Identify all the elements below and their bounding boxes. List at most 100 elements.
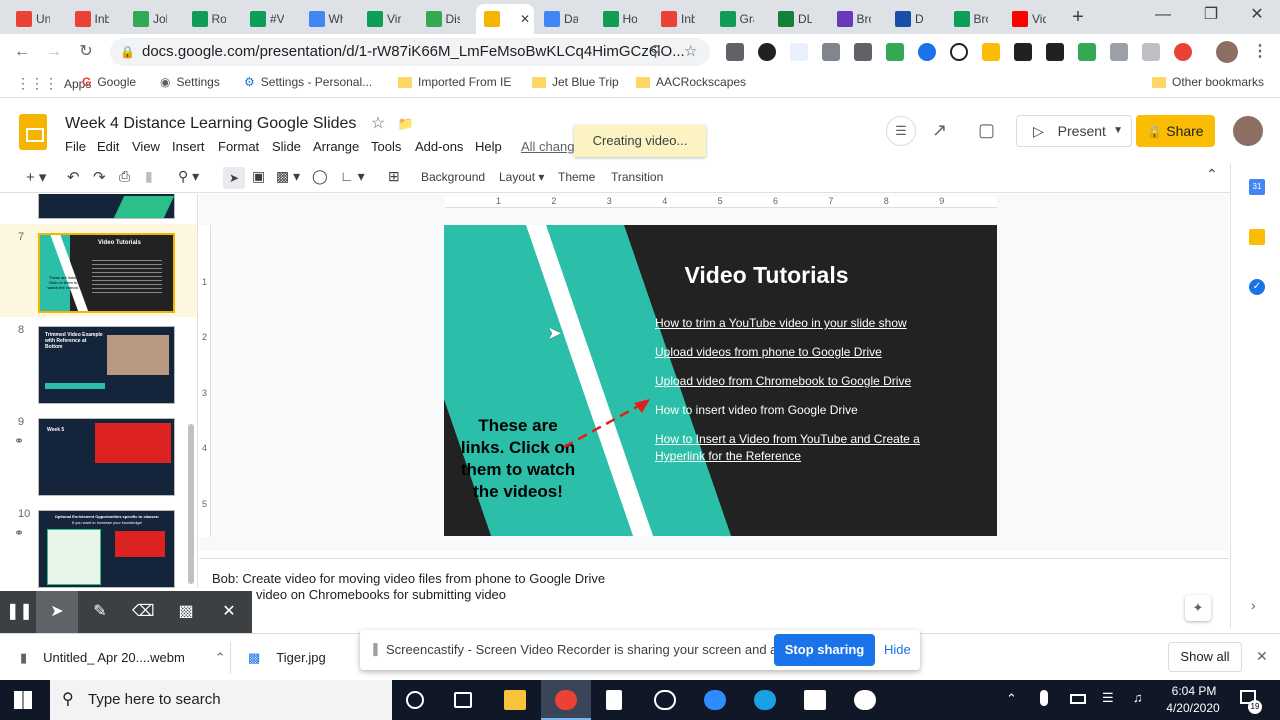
- browser-tab[interactable]: #V: [242, 4, 284, 34]
- pause-icon[interactable]: ❚❚: [6, 601, 33, 623]
- comment-history-icon[interactable]: ☰: [886, 116, 916, 146]
- browser-tab[interactable]: Job: [125, 4, 167, 34]
- avatar[interactable]: [1216, 41, 1238, 63]
- pen-icon[interactable]: [1110, 43, 1128, 61]
- extension-icon[interactable]: [822, 43, 840, 61]
- browser-tab[interactable]: Bro: [946, 4, 988, 34]
- bookmark-apps[interactable]: ⋮⋮⋮ Apps: [16, 75, 91, 92]
- menu-help[interactable]: Help: [475, 139, 502, 154]
- forward-icon[interactable]: →: [44, 42, 64, 62]
- filmstrip-scrollbar[interactable]: [188, 424, 194, 584]
- extension-icon[interactable]: [790, 43, 808, 61]
- new-tab-button[interactable]: +: [1066, 6, 1090, 30]
- zoom-icon[interactable]: ⚲: [650, 38, 661, 66]
- browser-tab[interactable]: Inb: [67, 4, 109, 34]
- download-item[interactable]: ▩ Tiger.jpg: [248, 650, 326, 666]
- hide-button[interactable]: Hide: [884, 642, 911, 657]
- menu-add-ons[interactable]: Add-ons: [415, 139, 463, 154]
- browser-tab[interactable]: Ho: [595, 4, 637, 34]
- battery-icon[interactable]: [1070, 694, 1086, 704]
- video-tutorial-link[interactable]: How to insert video from Google Drive: [655, 402, 930, 419]
- close-icon[interactable]: ✕: [218, 601, 240, 623]
- bookmark-aacrockscapes[interactable]: AACRockscapes: [636, 75, 746, 89]
- eraser-icon[interactable]: ⌫: [132, 601, 155, 623]
- xbox-icon[interactable]: [654, 690, 676, 710]
- comments-icon[interactable]: ▢: [978, 120, 995, 141]
- extension-icon[interactable]: [1078, 43, 1096, 61]
- add-comment-icon[interactable]: ⊞: [388, 168, 400, 185]
- undo-icon[interactable]: ↶: [67, 168, 80, 186]
- extension-icon[interactable]: [854, 43, 872, 61]
- speaker-notes[interactable]: Bob: Create video for moving video files…: [199, 558, 1229, 628]
- download-item[interactable]: ▮ Untitled_ Apr 20....webm ⌃: [20, 650, 226, 666]
- record-icon[interactable]: [1174, 43, 1192, 61]
- windows-start-icon[interactable]: [14, 691, 32, 709]
- menu-arrange[interactable]: Arrange: [313, 139, 359, 154]
- bookmark-google[interactable]: G Google: [82, 75, 136, 89]
- extension-icon[interactable]: [726, 43, 744, 61]
- bookmark-other[interactable]: Other bookmarks: [1152, 75, 1264, 89]
- browser-tab[interactable]: Unt: [8, 4, 50, 34]
- extension-icon[interactable]: [1014, 43, 1032, 61]
- browser-tab[interactable]: D: [887, 4, 929, 34]
- document-title[interactable]: Week 4 Distance Learning Google Slides ☆…: [65, 113, 414, 133]
- search-icon[interactable]: [950, 43, 968, 61]
- address-bar[interactable]: 🔒 docs.google.com/presentation/d/1-rW87i…: [110, 38, 710, 66]
- menu-format[interactable]: Format: [218, 139, 259, 154]
- menu-slide[interactable]: Slide: [272, 139, 301, 154]
- explore-icon[interactable]: ✦: [1185, 595, 1211, 621]
- zoom-icon[interactable]: ⚲ ▾: [178, 168, 199, 185]
- video-tutorial-link[interactable]: Upload video from Chromebook to Google D…: [655, 373, 930, 390]
- volume-icon[interactable]: ♫: [1133, 690, 1143, 705]
- slide-left-callout[interactable]: These are links. Click on them to watch …: [458, 415, 578, 503]
- theme-button[interactable]: Theme: [558, 170, 595, 184]
- browser-tab[interactable]: Dad: [536, 4, 578, 34]
- browser-tab[interactable]: Gra: [712, 4, 754, 34]
- browser-tab[interactable]: Virt: [359, 4, 401, 34]
- browser-tab[interactable]: Rog: [184, 4, 226, 34]
- tray-chevron-icon[interactable]: ⌃: [1006, 691, 1017, 707]
- star-icon[interactable]: ☆: [371, 115, 385, 132]
- close-shelf-icon[interactable]: ✕: [1256, 648, 1268, 665]
- menu-edit[interactable]: Edit: [97, 139, 119, 154]
- select-icon[interactable]: ➤: [223, 167, 245, 189]
- menu-file[interactable]: File: [65, 139, 86, 154]
- browser-tab[interactable]: Dis: [418, 4, 460, 34]
- transition-button[interactable]: Transition: [611, 170, 663, 184]
- stop-sharing-button[interactable]: Stop sharing: [774, 634, 875, 666]
- calendar-icon[interactable]: 31: [1249, 179, 1265, 195]
- layout-button[interactable]: Layout ▾: [499, 170, 544, 184]
- menu-view[interactable]: View: [132, 139, 160, 154]
- browser-tab[interactable]: Wh: [301, 4, 343, 34]
- browser-tab[interactable]: Inb: [653, 4, 695, 34]
- settings-gear-icon[interactable]: [854, 690, 876, 710]
- pen-icon[interactable]: ✎: [89, 601, 111, 623]
- new-slide-icon[interactable]: + ▾: [26, 168, 46, 186]
- clock-date[interactable]: 4/20/2020: [1160, 701, 1226, 715]
- menu-all-chang[interactable]: All chang: [521, 139, 574, 154]
- line-icon[interactable]: ∟ ▾: [340, 168, 365, 185]
- print-icon[interactable]: ⎙: [119, 168, 130, 185]
- browser-tab[interactable]: DL: [770, 4, 812, 34]
- clock-time[interactable]: 6:04 PM: [1168, 684, 1220, 698]
- slide-title[interactable]: Video Tutorials: [659, 262, 874, 289]
- menu-dots-icon[interactable]: ⋮: [1250, 42, 1270, 62]
- restore-button[interactable]: ❐: [1188, 0, 1234, 30]
- cursor-icon[interactable]: ➤: [46, 601, 68, 623]
- slide-filmstrip[interactable]: 7 Video Tutorials These are links. Click…: [0, 194, 198, 588]
- extension-icon[interactable]: [1142, 43, 1160, 61]
- show-all-button[interactable]: Show all: [1168, 642, 1242, 672]
- notepad-icon[interactable]: [606, 690, 622, 710]
- shape-icon[interactable]: ◯: [312, 168, 328, 185]
- menu-tools[interactable]: Tools: [371, 139, 401, 154]
- slide-thumbnail[interactable]: [38, 194, 175, 219]
- background-button[interactable]: Background: [421, 170, 485, 184]
- close-tab-icon[interactable]: ✕: [520, 12, 530, 26]
- present-button[interactable]: ▷ Present ▼: [1016, 115, 1132, 147]
- redo-icon[interactable]: ↷: [93, 168, 106, 186]
- browser-tab[interactable]: Vid: [1004, 4, 1046, 34]
- extension-icon[interactable]: [918, 43, 936, 61]
- chrome-icon[interactable]: [555, 690, 577, 710]
- microphone-icon[interactable]: [1040, 690, 1048, 706]
- menu-insert[interactable]: Insert: [172, 139, 205, 154]
